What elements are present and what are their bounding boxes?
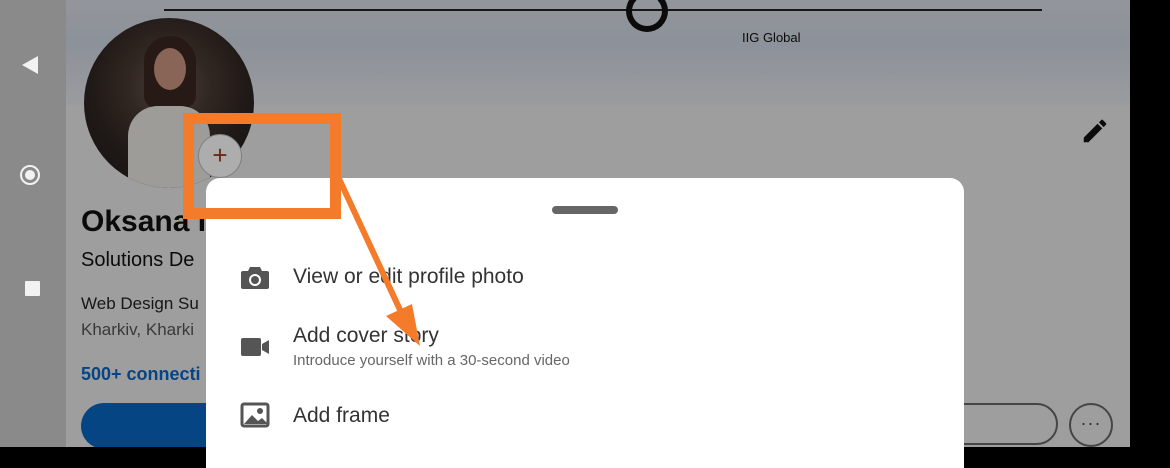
image-icon (240, 402, 270, 428)
view-edit-photo-option[interactable]: View or edit profile photo (206, 250, 964, 306)
add-cover-story-option[interactable]: Add cover story Introduce yourself with … (206, 322, 964, 374)
add-frame-label: Add frame (293, 404, 390, 427)
annotation-highlight-box (183, 113, 341, 219)
screen-edge (1130, 0, 1170, 447)
add-frame-option[interactable]: Add frame (206, 390, 964, 446)
back-triangle-icon[interactable] (22, 56, 38, 74)
video-camera-icon (241, 338, 269, 356)
add-cover-story-sublabel: Introduce yourself with a 30-second vide… (293, 352, 570, 369)
view-edit-photo-label: View or edit profile photo (293, 265, 524, 288)
system-navigation-bar (0, 0, 66, 447)
camera-icon (241, 267, 269, 289)
sheet-drag-handle[interactable] (552, 206, 618, 214)
add-cover-story-label: Add cover story (293, 324, 439, 347)
profile-photo-bottom-sheet: View or edit profile photo Add cover sto… (206, 178, 964, 468)
recents-square-icon[interactable] (25, 281, 40, 296)
home-circle-icon[interactable] (20, 165, 40, 185)
